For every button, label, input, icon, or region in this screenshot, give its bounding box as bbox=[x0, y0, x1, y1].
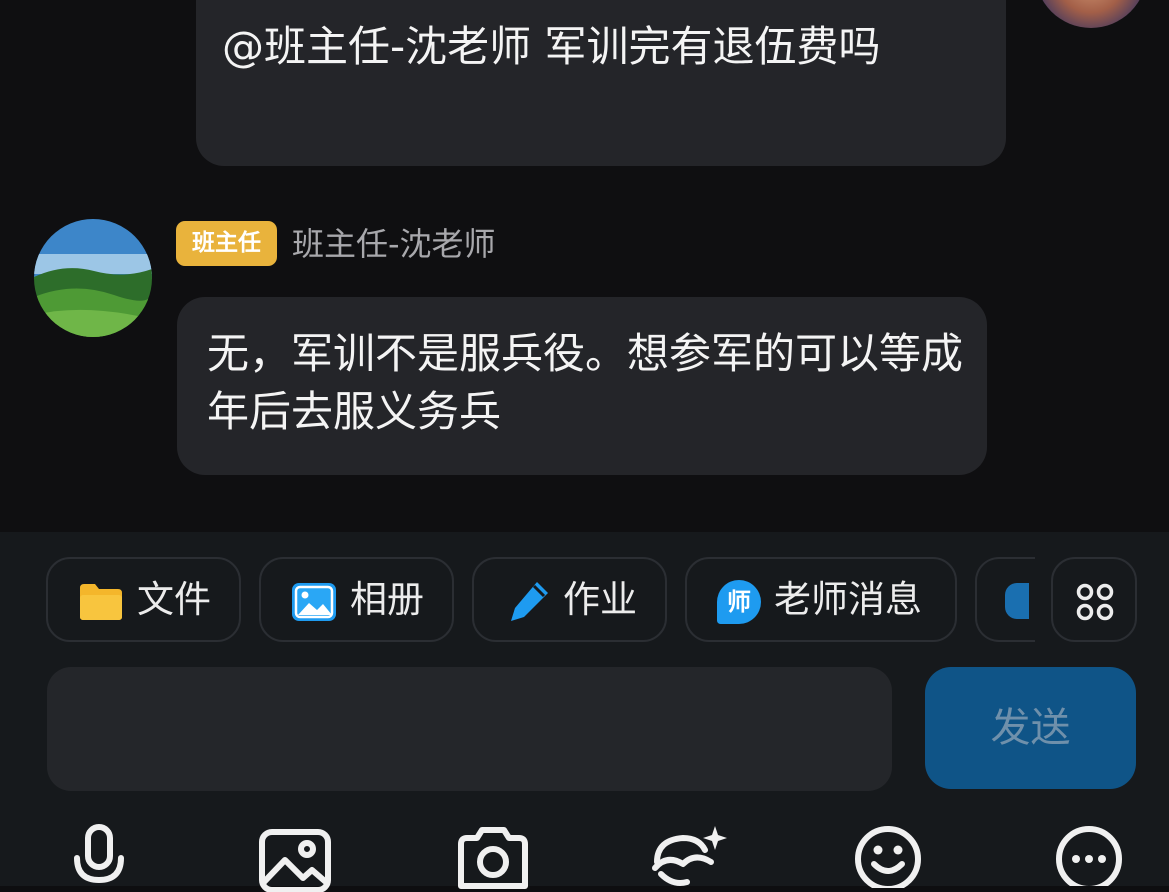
message-text: 无，军训不是服兵役。想参军的可以等成年后去服义务兵 bbox=[207, 329, 964, 436]
chip-label: 作业 bbox=[563, 578, 637, 621]
role-badge: 班主任 bbox=[176, 221, 277, 266]
magic-icon[interactable] bbox=[647, 824, 727, 888]
pencil-icon bbox=[511, 582, 548, 621]
partial-chip-icon bbox=[1005, 583, 1029, 619]
teacher-avatar[interactable] bbox=[34, 219, 152, 337]
self-message-bubble[interactable]: @班主任-沈老师 军训完有退伍费吗 bbox=[196, 0, 1006, 166]
homework-chip[interactable]: 作业 bbox=[472, 557, 667, 642]
message-text: @班主任-沈老师 军训完有退伍费吗 bbox=[222, 22, 881, 71]
self-avatar[interactable] bbox=[1035, 0, 1147, 28]
chat-area: @班主任-沈老师 军训完有退伍费吗 班主任 班主任-沈老师 无，军训不是服兵役。… bbox=[0, 0, 1169, 532]
folder-icon bbox=[80, 584, 122, 620]
album-chip[interactable]: 相册 bbox=[259, 557, 454, 642]
message-input[interactable] bbox=[47, 667, 892, 791]
more-tools-button[interactable] bbox=[1051, 557, 1137, 642]
emoji-icon[interactable] bbox=[853, 824, 923, 888]
landscape-avatar-image bbox=[34, 219, 152, 337]
more-circle-icon[interactable] bbox=[1054, 824, 1124, 886]
album-icon bbox=[292, 583, 336, 621]
teacher-message-icon: 师 bbox=[717, 580, 761, 624]
microphone-icon[interactable] bbox=[71, 822, 127, 886]
chip-label: 老师消息 bbox=[774, 578, 922, 621]
image-icon[interactable] bbox=[258, 828, 332, 892]
camera-icon[interactable] bbox=[455, 826, 531, 890]
chip-label: 相册 bbox=[350, 578, 424, 621]
teacher-message-bubble[interactable]: 无，军训不是服兵役。想参军的可以等成年后去服义务兵 bbox=[177, 297, 987, 475]
grid-more-icon bbox=[1076, 583, 1114, 621]
file-chip[interactable]: 文件 bbox=[46, 557, 241, 642]
teacher-message-chip[interactable]: 师 老师消息 bbox=[685, 557, 957, 642]
chip-label: 文件 bbox=[137, 578, 211, 621]
send-button[interactable]: 发送 bbox=[925, 667, 1136, 789]
sender-name: 班主任-沈老师 bbox=[292, 225, 496, 263]
partial-chip[interactable] bbox=[975, 557, 1035, 642]
